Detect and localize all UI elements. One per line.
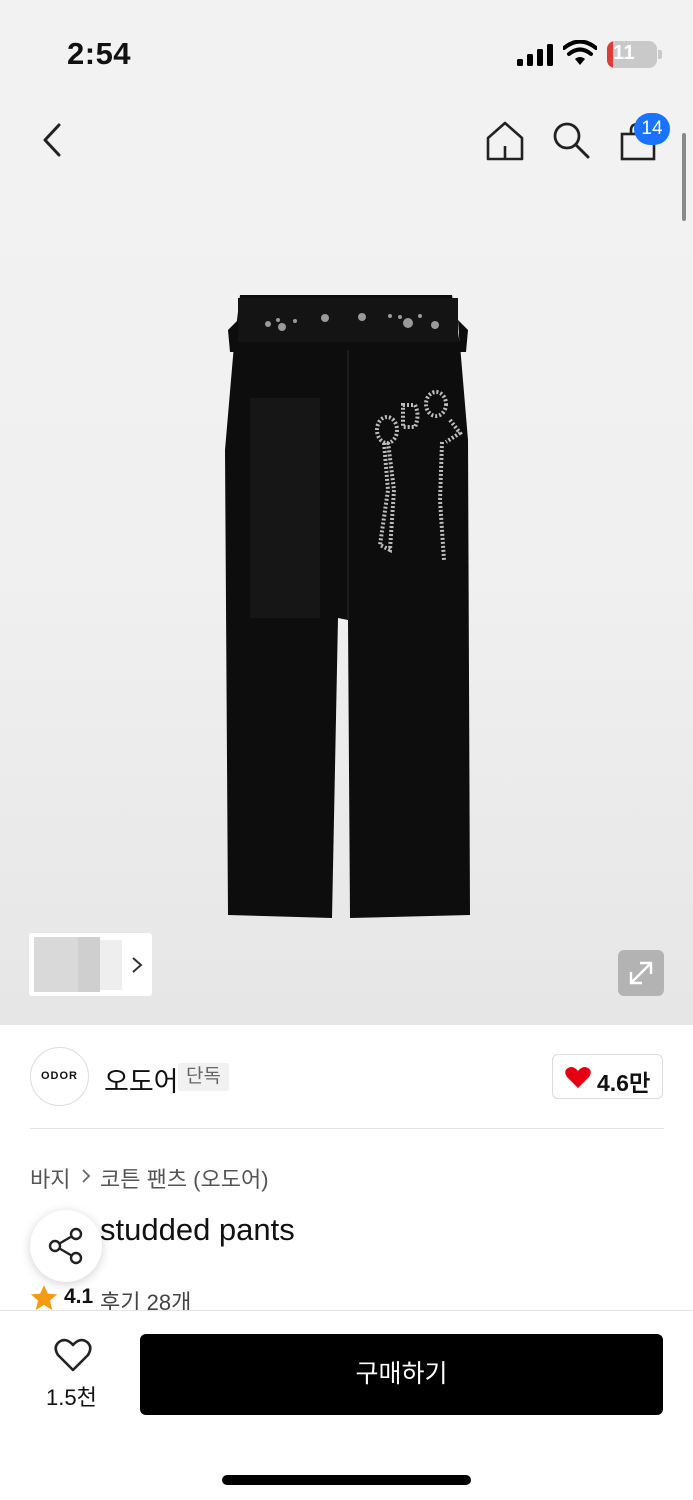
search-icon[interactable]: [551, 120, 591, 160]
cart-count-badge: 14: [634, 113, 670, 145]
battery-indicator: 11: [607, 41, 657, 68]
home-indicator: [222, 1475, 471, 1485]
battery-level: 11: [613, 42, 636, 64]
thumbnail-image[interactable]: [100, 940, 122, 990]
heart-filled-icon: [565, 1067, 591, 1088]
divider: [30, 1128, 664, 1129]
thumbnail-image[interactable]: [78, 937, 100, 992]
brand-like-button[interactable]: 4.6만: [552, 1054, 663, 1099]
expand-icon: [629, 961, 653, 985]
expand-image-button[interactable]: [618, 950, 664, 996]
wishlist-count: 1.5천: [46, 1385, 97, 1410]
battery-nub: [658, 50, 662, 59]
chevron-right-icon[interactable]: [130, 955, 144, 975]
rating-value: 4.1: [64, 1285, 94, 1308]
heart-outline-icon[interactable]: [54, 1338, 92, 1373]
brand-logo[interactable]: ODOR: [30, 1047, 89, 1106]
breadcrumb-subcategory[interactable]: 코튼 팬츠 (오도어): [100, 1162, 269, 1194]
home-icon[interactable]: [485, 120, 525, 162]
product-title: studded pants: [100, 1212, 295, 1247]
star-icon: [31, 1285, 57, 1310]
product-photo-pants: [225, 295, 470, 918]
breadcrumb-category[interactable]: 바지: [30, 1162, 70, 1194]
thumbnail-image[interactable]: [34, 937, 78, 992]
exclusive-badge: 단독: [178, 1063, 229, 1091]
signal-icon: [517, 44, 553, 66]
share-button[interactable]: [30, 1210, 102, 1282]
brand-like-count: 4.6만: [597, 1070, 651, 1096]
chevron-right-icon: [82, 1169, 91, 1183]
back-arrow-icon[interactable]: [36, 120, 70, 160]
scroll-indicator: [682, 133, 686, 221]
brand-name[interactable]: 오도어: [104, 1060, 179, 1099]
battery-fill: [607, 41, 613, 68]
wifi-icon: [563, 40, 597, 65]
share-icon: [48, 1227, 83, 1265]
status-time: 2:54: [67, 36, 132, 71]
buy-button[interactable]: 구매하기: [140, 1334, 663, 1415]
